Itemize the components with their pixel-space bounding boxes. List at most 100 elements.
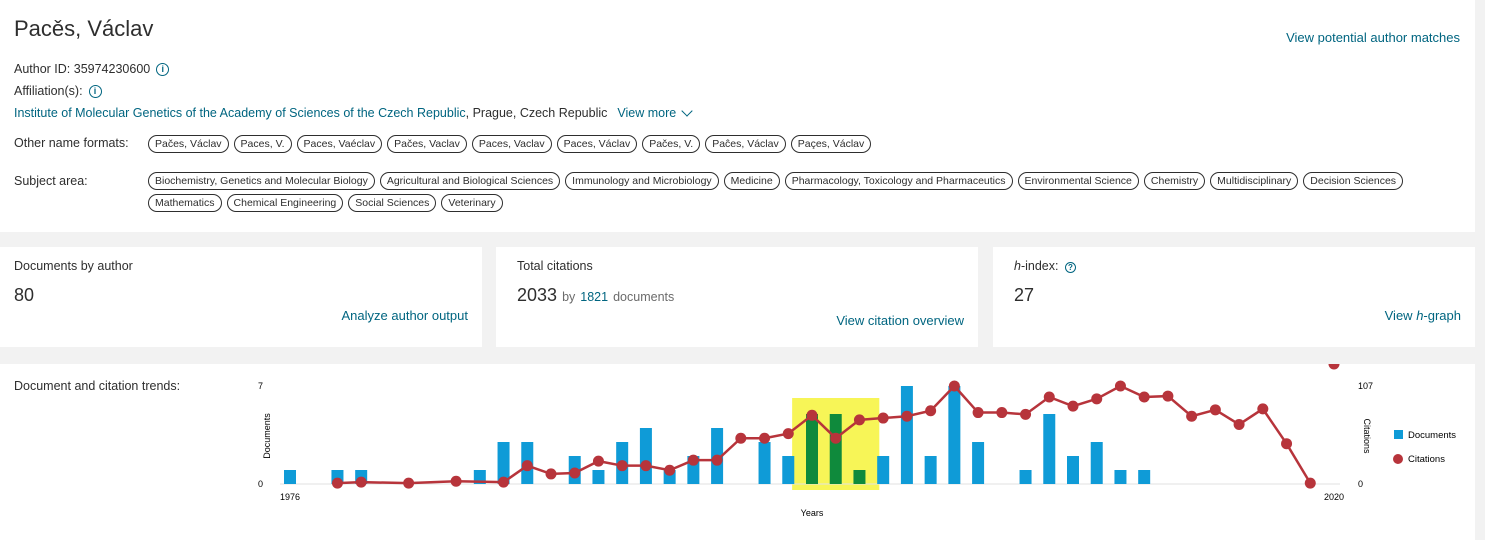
y-right-min-label: 0: [1358, 479, 1363, 489]
citations-point[interactable]: [640, 460, 652, 472]
citations-point[interactable]: [687, 454, 699, 466]
analyze-author-output-link[interactable]: Analyze author output: [342, 308, 468, 323]
h-index-h: h: [1014, 259, 1021, 273]
citations-point[interactable]: [1281, 438, 1293, 450]
citations-point[interactable]: [830, 432, 842, 444]
documents-bar[interactable]: [758, 442, 771, 484]
citations-card: Total citations 2033 by 1821 documents V…: [496, 247, 978, 347]
institution-link[interactable]: Institute of Molecular Genetics of the A…: [14, 106, 466, 120]
author-id-row: Author ID: 35974230600 i: [14, 62, 170, 76]
y-left-min-label: 0: [258, 479, 263, 489]
citations-point[interactable]: [782, 428, 794, 440]
y-right-max-label: 107: [1358, 381, 1373, 391]
legend-citations-label: Citations: [1408, 454, 1445, 465]
subject-area-pill: Multidisciplinary: [1210, 172, 1299, 190]
view-citation-overview-link[interactable]: View citation overview: [836, 313, 964, 328]
documents-bar[interactable]: [1138, 470, 1151, 484]
documents-bar[interactable]: [853, 470, 866, 484]
documents-bar[interactable]: [639, 428, 652, 484]
view-h-graph-prefix: View: [1384, 308, 1417, 323]
citations-value-row: 2033 by 1821 documents: [517, 285, 674, 306]
info-icon[interactable]: i: [88, 84, 102, 98]
documents-bar[interactable]: [1043, 414, 1056, 484]
citations-point[interactable]: [1067, 400, 1079, 412]
citations-point[interactable]: [1091, 393, 1103, 405]
author-header-panel: Pacěs, Václav View potential author matc…: [0, 0, 1475, 232]
documents-bar[interactable]: [972, 442, 985, 484]
citations-point[interactable]: [711, 454, 723, 466]
subject-area-pill: Pharmacology, Toxicology and Pharmaceuti…: [784, 172, 1013, 190]
subject-area-pill: Social Sciences: [348, 194, 437, 212]
citations-point[interactable]: [901, 410, 913, 422]
citations-point[interactable]: [664, 464, 676, 476]
trend-chart[interactable]: 7 0 107 0 1976 2020 Years Documents Cita…: [0, 364, 1475, 540]
view-more-link[interactable]: View more: [617, 106, 676, 120]
legend-documents-label: Documents: [1408, 430, 1456, 441]
citing-documents-link[interactable]: 1821: [580, 290, 608, 304]
citations-point[interactable]: [1162, 390, 1174, 402]
citations-point[interactable]: [996, 407, 1008, 419]
info-icon[interactable]: i: [156, 62, 170, 76]
documents-bar[interactable]: [1019, 470, 1032, 484]
citations-point[interactable]: [592, 455, 604, 467]
citations-point[interactable]: [545, 468, 557, 480]
other-name-pill: Pačes, Vaclav: [387, 135, 467, 153]
documents-bar[interactable]: [924, 456, 937, 484]
documents-bar[interactable]: [948, 386, 961, 484]
documents-bar[interactable]: [1090, 442, 1103, 484]
citations-point[interactable]: [1186, 410, 1198, 422]
subject-area-pill: Biochemistry, Genetics and Molecular Bio…: [148, 172, 375, 190]
other-name-pill: Paçes, Václav: [790, 135, 872, 153]
help-icon[interactable]: ?: [1064, 262, 1076, 273]
documents-bar[interactable]: [806, 414, 818, 484]
citations-count: 2033: [517, 285, 558, 305]
h-index-title: h-index: ?: [1014, 259, 1076, 273]
subject-area-pill: Chemistry: [1143, 172, 1206, 190]
citations-point[interactable]: [1043, 391, 1055, 403]
chevron-down-icon[interactable]: [681, 104, 693, 117]
citations-point[interactable]: [1257, 403, 1269, 415]
citations-point[interactable]: [1114, 380, 1126, 392]
documents-bar[interactable]: [829, 414, 842, 484]
documents-bar[interactable]: [1114, 470, 1127, 484]
citations-point[interactable]: [1209, 404, 1221, 416]
citations-point[interactable]: [735, 432, 747, 444]
citations-title: Total citations: [517, 259, 593, 273]
citations-point[interactable]: [1304, 477, 1316, 489]
citations-point[interactable]: [1328, 364, 1340, 370]
citations-point[interactable]: [450, 475, 462, 487]
y-left-axis-title: Documents: [262, 413, 272, 459]
citations-point[interactable]: [948, 380, 960, 392]
documents-bar[interactable]: [592, 470, 605, 484]
citations-point[interactable]: [972, 407, 984, 419]
citations-point[interactable]: [925, 405, 937, 417]
citations-point[interactable]: [853, 414, 865, 426]
legend-documents-swatch: [1394, 430, 1403, 439]
view-h-graph-link[interactable]: View h-graph: [1385, 308, 1461, 323]
h-index-card: h-index: ? 27 View h-graph: [993, 247, 1475, 347]
y-left-max-label: 7: [258, 381, 263, 391]
documents-bar[interactable]: [782, 456, 795, 484]
author-name: Pacěs, Václav: [14, 16, 154, 41]
documents-bar[interactable]: [900, 386, 913, 484]
citations-point[interactable]: [806, 409, 818, 421]
citations-point[interactable]: [877, 412, 889, 424]
citations-point[interactable]: [331, 477, 343, 489]
citations-point[interactable]: [1138, 391, 1150, 403]
documents-bar[interactable]: [284, 470, 296, 484]
x-max-label: 2020: [1324, 492, 1344, 502]
citations-point[interactable]: [759, 432, 771, 444]
subject-area-pill: Agricultural and Biological Sciences: [379, 172, 561, 190]
citations-point[interactable]: [403, 477, 415, 489]
citations-point[interactable]: [1020, 408, 1032, 420]
citations-point[interactable]: [355, 476, 367, 488]
citations-point[interactable]: [616, 460, 628, 472]
citations-point[interactable]: [1233, 418, 1245, 430]
institution-location: , Prague, Czech Republic: [465, 106, 608, 120]
citations-point[interactable]: [569, 467, 581, 479]
documents-bar[interactable]: [877, 456, 890, 484]
documents-bar[interactable]: [1067, 456, 1079, 484]
view-potential-author-matches-link[interactable]: View potential author matches: [1286, 30, 1460, 45]
citations-point[interactable]: [521, 460, 533, 472]
citations-point[interactable]: [498, 476, 510, 488]
